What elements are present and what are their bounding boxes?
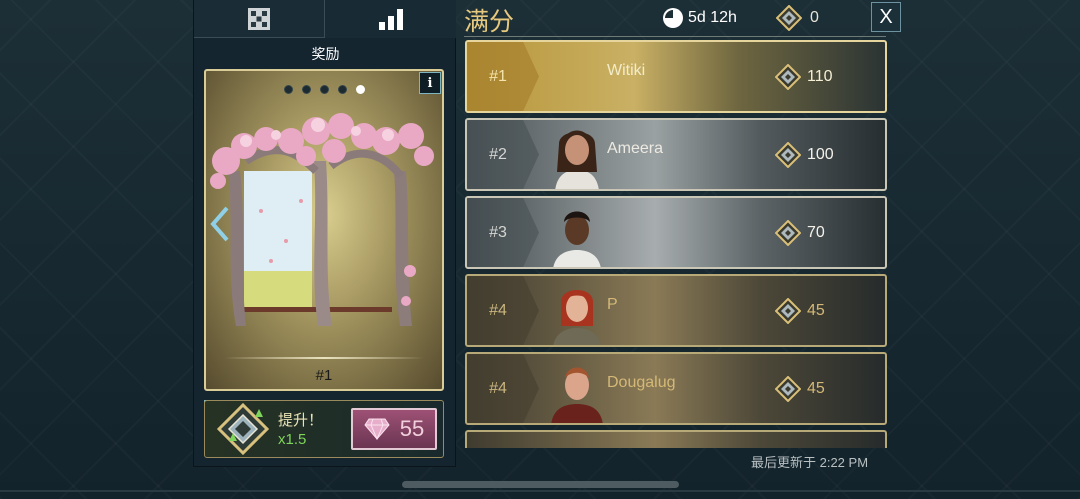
leaderboard-row[interactable]: #1 Witiki 110 [465, 40, 887, 113]
leaderboard-list[interactable]: #1 Witiki 110 #2 Ameera 100 #3 70 #4 P 4… [465, 40, 887, 448]
tab-grid[interactable] [194, 0, 325, 38]
grid-icon [248, 7, 270, 30]
player-avatar [551, 367, 603, 423]
boost-bar: 提升！ x1.5 55 [204, 400, 444, 458]
player-name: Witiki [607, 62, 646, 79]
player-score: 70 [775, 220, 825, 246]
diamond-token-icon [775, 298, 801, 324]
tab-leaderboard[interactable] [325, 0, 456, 38]
player-name: Dougalug [607, 374, 676, 391]
previous-reward-button[interactable] [209, 206, 231, 242]
leaderboard-row[interactable]: #4 P 45 [465, 274, 887, 347]
leaderboard-row[interactable]: #2 Ameera 100 [465, 118, 887, 191]
score-value: 45 [807, 380, 825, 397]
gem-price: 55 [399, 416, 425, 441]
event-timer: 5d 12h [662, 7, 737, 29]
gem-icon [364, 418, 390, 440]
boost-multiplier: x1.5 [278, 431, 307, 448]
card-divider [224, 357, 424, 359]
carousel-dot[interactable] [319, 85, 329, 94]
player-name: P [607, 296, 618, 313]
diamond-token-icon [775, 376, 801, 402]
player-score: 110 [775, 64, 833, 90]
player-avatar [555, 130, 599, 189]
reward-info-button[interactable]: i [419, 72, 441, 94]
rank-badge: #1 [467, 42, 539, 111]
rank-badge: #4 [467, 354, 539, 423]
score-value: 110 [807, 68, 833, 85]
boost-label: 提升！ [278, 412, 324, 429]
buy-boost-button[interactable]: 55 [351, 408, 437, 450]
rank-badge: #2 [467, 120, 539, 189]
clock-icon [663, 8, 683, 28]
carousel-dot[interactable] [337, 85, 347, 94]
score-value: 70 [807, 224, 825, 241]
carousel-dot-active[interactable] [355, 85, 365, 94]
diamond-token-icon [775, 142, 801, 168]
leaderboard-row[interactable]: #4 Dougalug 45 [465, 352, 887, 425]
timer-text: 5d 12h [688, 9, 737, 26]
rank-badge: #4 [467, 276, 539, 345]
last-updated-text: 最后更新于 2:22 PM [751, 455, 869, 470]
boost-token-icon [216, 403, 270, 455]
tab-bar [194, 0, 457, 38]
chevron-left-icon [210, 206, 229, 242]
blossom-gate-image [210, 113, 434, 326]
diamond-token-icon [775, 64, 801, 90]
diamond-token-icon [775, 220, 801, 246]
player-points: 0 [776, 5, 819, 31]
points-value: 0 [810, 9, 819, 26]
rank-badge: #3 [467, 198, 539, 267]
leaderboard-row-partial[interactable] [465, 430, 887, 448]
reward-rank-label: #1 [315, 367, 333, 384]
score-value: 100 [807, 146, 834, 163]
title-divider [464, 36, 886, 37]
rewards-title: 奖励 [311, 46, 340, 62]
carousel-dot[interactable] [301, 85, 311, 94]
leaderboard-row[interactable]: #3 70 [465, 196, 887, 269]
player-name: Ameera [607, 140, 664, 157]
close-button[interactable]: X [871, 2, 901, 32]
reward-preview-card: i #1 [204, 69, 444, 391]
page-title: 满分 [464, 8, 515, 36]
player-avatar [553, 290, 601, 345]
bottom-divider [0, 490, 1080, 492]
player-score: 45 [775, 376, 825, 402]
diamond-token-icon [776, 5, 802, 31]
rewards-panel: 奖励 i #1 提升！ x1.5 55 [193, 0, 456, 467]
player-score: 45 [775, 298, 825, 324]
carousel-dot[interactable] [283, 85, 293, 94]
bar-chart-icon [378, 9, 403, 30]
score-value: 45 [807, 302, 825, 319]
carousel-dots [206, 85, 442, 94]
player-score: 100 [775, 142, 834, 168]
player-avatar [553, 211, 601, 267]
home-indicator[interactable] [402, 481, 679, 488]
